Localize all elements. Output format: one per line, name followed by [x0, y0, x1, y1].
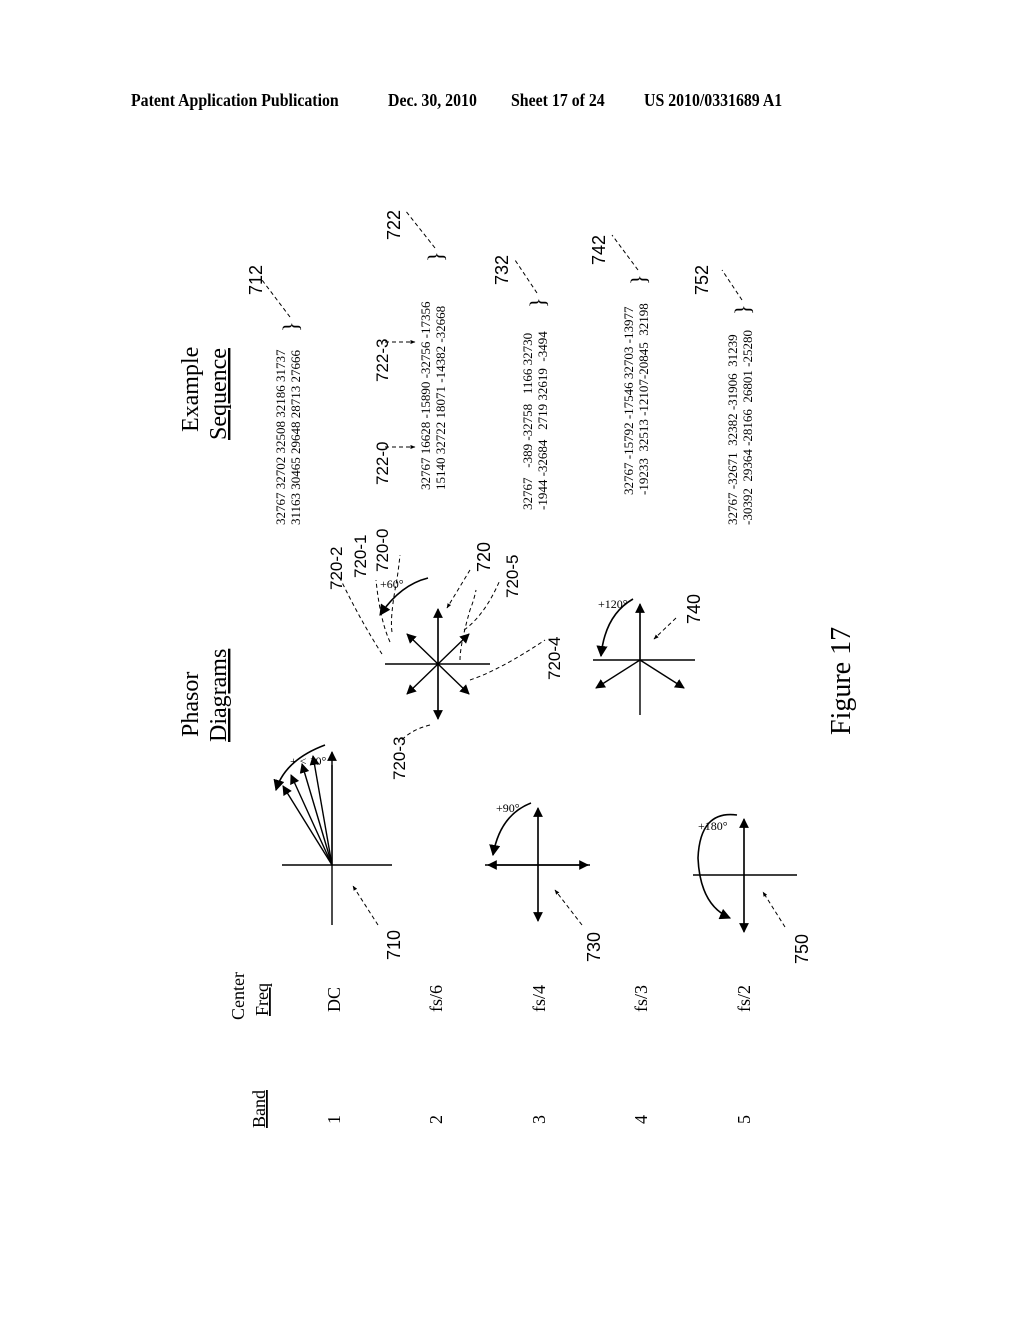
brace: } [730, 304, 755, 315]
ref-752: 752 [692, 265, 712, 295]
rotation-angle-label: +60° [380, 577, 404, 591]
seq-712-line1: 32767 32702 32508 32186 31737 [273, 349, 288, 525]
sequence-752: 32767 -32671 32382 -31906 31239 -30392 2… [692, 265, 755, 525]
band-column-header: Band [249, 1090, 269, 1128]
seq-722-line2: 15140 32722 18071 -14382 -32668 [433, 306, 448, 490]
seq-742-line1: 32767 -15792 -17546 32703 -13977 [621, 306, 636, 495]
row-1-band: 1 [324, 1115, 344, 1124]
rotation-angle-label: + < 10° [290, 754, 327, 768]
row-4-band: 4 [631, 1115, 651, 1124]
row-2-band: 2 [426, 1115, 446, 1124]
phasor-vector [290, 774, 333, 866]
leader-line-720-4 [469, 639, 546, 681]
leader-line [261, 279, 291, 318]
figure-17-drawing: Band Center Freq Phasor Diagrams Example… [0, 0, 1024, 1320]
ref-732: 732 [492, 255, 512, 285]
seq-732-line1: 32767 -389 -32758 1166 32730 [520, 333, 535, 510]
sequence-732: 32767 -389 -32758 1166 32730 -1944 -3268… [492, 255, 550, 510]
phasor-diagram-740: +120° 740 [593, 594, 704, 715]
phasor-vector-720-4 [437, 663, 470, 695]
leader-line [611, 234, 639, 271]
ref-740: 740 [684, 594, 704, 624]
phasor-diagram-730: +90° 730 [485, 801, 604, 962]
leader-line [554, 889, 583, 926]
center-freq-header-line1: Center [228, 972, 248, 1020]
leader-line-720 [446, 569, 471, 609]
ref-750: 750 [792, 934, 812, 964]
leader-line [653, 617, 677, 640]
seq-712-line2: 31163 30465 29648 28713 27666 [288, 349, 303, 525]
rotation-angle-label: +120° [598, 597, 628, 611]
phasor-diagram-750: +180° 750 [693, 813, 812, 964]
phasor-vector-720-1 [406, 633, 439, 665]
phasor-header-line2: Diagrams [206, 649, 232, 742]
phasor-header-line1: Phasor [178, 672, 204, 737]
ref-712: 712 [246, 265, 266, 295]
leader-line-720-5 [463, 579, 501, 631]
row-1-freq: DC [324, 987, 344, 1012]
row-3-band: 3 [529, 1115, 549, 1124]
ref-720-5: 720-5 [503, 555, 522, 598]
phasor-vector-720-2 [406, 663, 439, 695]
ref-742: 742 [589, 235, 609, 265]
leader-line [459, 589, 477, 661]
phasor-vector [639, 659, 685, 689]
leader-line [514, 259, 538, 294]
seq-752-line1: 32767 -32671 32382 -31906 31239 [725, 334, 740, 525]
ref-720-3: 720-3 [390, 737, 409, 780]
phasor-diagram-710: + < 10° 710 [273, 744, 404, 960]
seq-742-line2: -19233 32513 -12107-20845 32198 [636, 303, 651, 495]
seq-752-line2: -30392 29364 -28166 26801 -25280 [740, 330, 755, 525]
figure-caption: Figure 17 [826, 627, 857, 735]
sequence-722: 32767 16628 -15890 -32756 -17356 15140 3… [373, 209, 448, 490]
center-freq-header-line2: Freq [252, 983, 272, 1016]
leader-line [762, 891, 786, 928]
brace: } [626, 274, 651, 285]
figure-canvas: Band Center Freq Phasor Diagrams Example… [178, 209, 857, 1128]
sequence-742: 32767 -15792 -17546 32703 -13977 -19233 … [589, 234, 651, 495]
rotation-angle-label: +180° [698, 819, 728, 833]
ref-720: 720 [474, 542, 494, 572]
ref-720-0: 720-0 [373, 529, 392, 572]
ref-710: 710 [384, 930, 404, 960]
row-3-freq: fs/4 [529, 985, 549, 1012]
seq-722-line1: 32767 16628 -15890 -32756 -17356 [418, 301, 433, 490]
row-5-freq: fs/2 [734, 985, 754, 1012]
row-2-freq: fs/6 [426, 985, 446, 1012]
ref-720-4: 720-4 [545, 637, 564, 680]
rotation-angle-label: +90° [496, 801, 520, 815]
ref-722: 722 [384, 210, 404, 240]
seq-732-line2: -1944 -32684 2719 32619 -3494 [535, 331, 550, 510]
phasor-diagram-720: +60° 720 720-0 720-1 720-2 720-3 720-4 7… [327, 529, 564, 780]
row-5-band: 5 [734, 1115, 754, 1124]
ref-720-1: 720-1 [351, 535, 370, 578]
leader-line [404, 209, 436, 249]
phasor-vector [595, 659, 641, 689]
ref-722-3: 722-3 [373, 339, 392, 382]
ref-720-2: 720-2 [327, 547, 346, 590]
brace: } [278, 321, 303, 332]
sequence-712: 32767 32702 32508 32186 31737 31163 3046… [246, 265, 303, 525]
brace: } [525, 297, 550, 308]
example-header-line2: Sequence [206, 348, 232, 440]
ref-730: 730 [584, 932, 604, 962]
ref-722-0: 722-0 [373, 442, 392, 485]
leader-line [721, 269, 743, 301]
leader-line [352, 885, 379, 926]
brace: } [423, 251, 448, 262]
example-header-line1: Example [178, 347, 204, 432]
row-4-freq: fs/3 [631, 985, 651, 1012]
phasor-vector-720-5 [437, 633, 470, 665]
